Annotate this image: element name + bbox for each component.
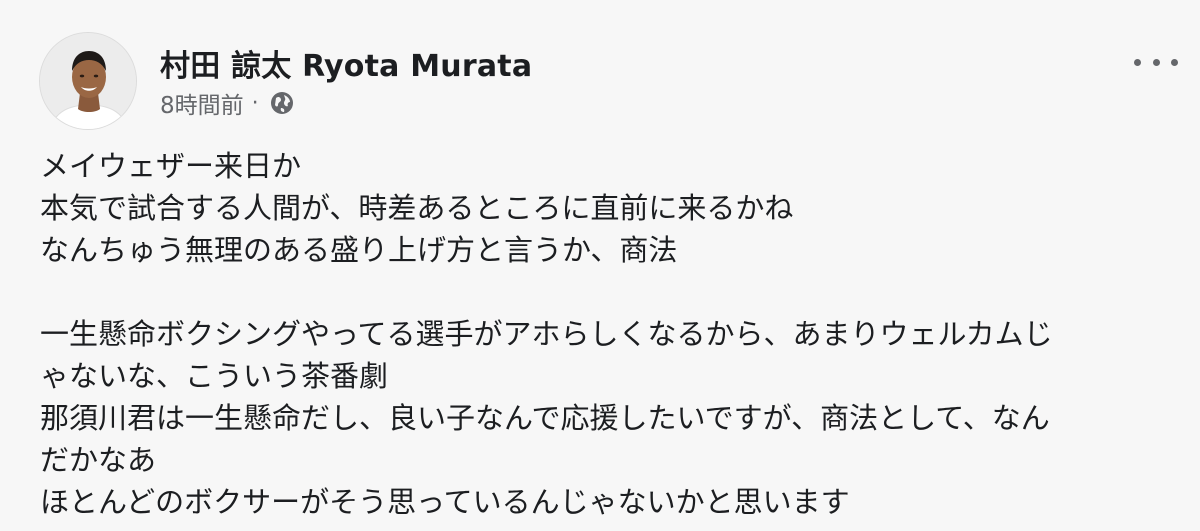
- post-meta: 8時間前 ·: [160, 86, 295, 120]
- more-dot: [1152, 58, 1160, 66]
- post-text-line: ほとんどのボクサーがそう思っているんじゃないかと思います: [40, 485, 850, 519]
- post-text-line: 本気で試合する人間が、時差あるところに直前に来るかね: [40, 191, 794, 225]
- more-options-icon[interactable]: [1134, 52, 1178, 72]
- meta-separator: ·: [251, 90, 259, 116]
- post-text-line: ゃないな、こういう茶番劇: [40, 359, 389, 393]
- more-dot: [1134, 58, 1141, 66]
- globe-icon[interactable]: [269, 90, 295, 116]
- post-text-line: なんちゅう無理のある盛り上げ方と言うか、商法: [40, 233, 678, 267]
- post-body: メイウェザー来日か 本気で試合する人間が、時差あるところに直前に来るかね なんち…: [40, 145, 1160, 523]
- facebook-post: 村田 諒太 Ryota Murata 8時間前 · メイウェザー来日か 本気で試…: [0, 0, 1200, 531]
- post-text-line: 那須川君は一生懸命だし、良い子なんで応援したいですが、商法として、なん: [40, 401, 1050, 435]
- author-name[interactable]: 村田 諒太 Ryota Murata: [160, 41, 532, 85]
- post-text-line: だかなあ: [40, 443, 157, 477]
- post-text-line: メイウェザー来日か: [40, 149, 302, 183]
- more-dot: [1171, 58, 1178, 66]
- post-text-line: 一生懸命ボクシングやってる選手がアホらしくなるから、あまりウェルカムじ: [40, 317, 1053, 351]
- author-avatar[interactable]: [39, 32, 137, 130]
- avatar-image: [40, 33, 136, 129]
- post-timestamp[interactable]: 8時間前: [160, 86, 244, 120]
